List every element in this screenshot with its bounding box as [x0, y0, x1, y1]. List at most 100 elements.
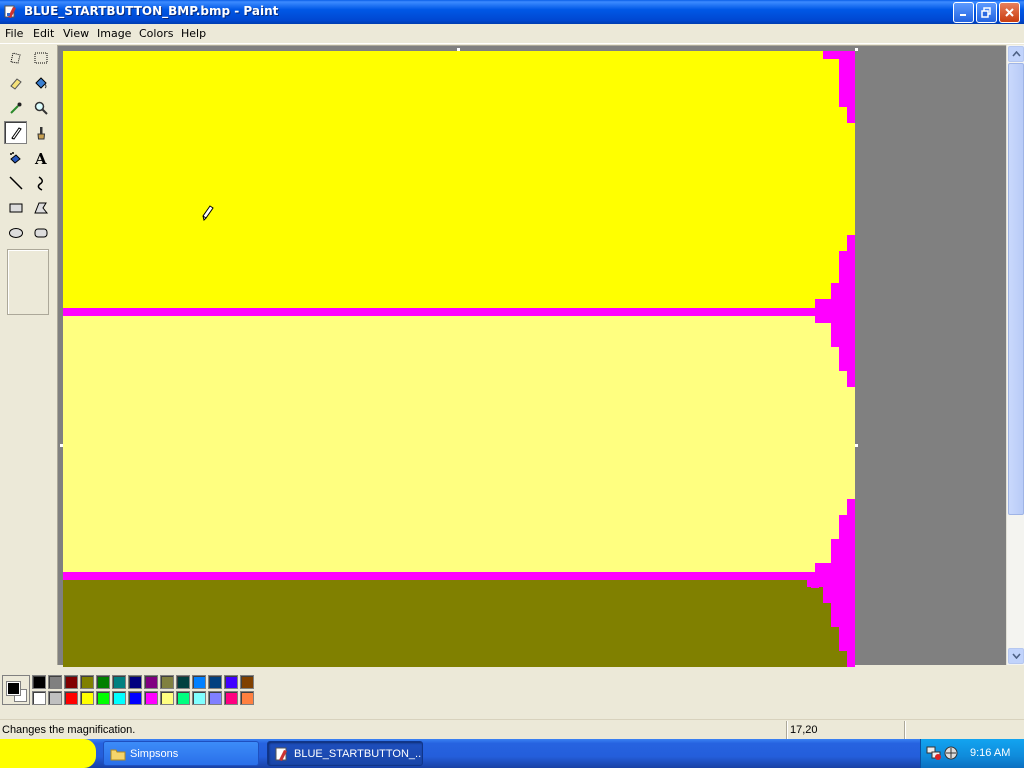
tool-options-box[interactable] — [7, 249, 49, 315]
title-bar[interactable]: BLUE_STARTBUTTON_BMP.bmp - Paint — [0, 0, 1024, 24]
pick-color-tool[interactable] — [4, 96, 27, 119]
magenta-edge — [807, 51, 855, 667]
palette-swatch[interactable] — [176, 675, 190, 689]
pencil-tool[interactable] — [4, 121, 27, 144]
menu-view[interactable]: View — [63, 27, 89, 40]
airbrush-tool[interactable] — [4, 146, 27, 169]
airbrush-icon — [9, 151, 21, 164]
resize-handle[interactable] — [457, 48, 460, 51]
scroll-up-button[interactable] — [1008, 46, 1024, 62]
fill-tool[interactable] — [29, 71, 52, 94]
text-icon: A — [34, 150, 47, 166]
eraser-tool[interactable] — [4, 71, 27, 94]
palette-swatch[interactable] — [160, 675, 174, 689]
free-form-select-icon — [9, 51, 21, 64]
vertical-scrollbar[interactable] — [1006, 45, 1024, 665]
palette-swatch[interactable] — [192, 675, 206, 689]
network-icon[interactable] — [926, 745, 942, 761]
text-tool[interactable]: A — [29, 146, 52, 169]
close-icon — [1005, 8, 1014, 17]
arrow-down-icon — [1011, 653, 1021, 659]
scroll-thumb[interactable] — [1008, 63, 1024, 515]
start-button[interactable] — [0, 739, 96, 768]
tool-box: A — [0, 45, 57, 665]
palette-swatch[interactable] — [32, 675, 46, 689]
taskbar-item-label: Simpsons — [130, 747, 179, 760]
curve-tool[interactable] — [29, 171, 52, 194]
ellipse-icon — [8, 227, 23, 238]
palette-swatch[interactable] — [48, 691, 62, 705]
palette-swatch[interactable] — [160, 691, 174, 705]
palette-swatch[interactable] — [240, 675, 254, 689]
palette-swatch[interactable] — [208, 675, 222, 689]
pencil-cursor-icon — [202, 205, 214, 221]
paint-app-icon — [4, 5, 16, 18]
status-bar: Changes the magnification. 17,20 — [0, 719, 1024, 739]
resize-handle[interactable] — [60, 444, 63, 447]
palette-swatch[interactable] — [96, 691, 110, 705]
foreground-color-swatch — [6, 681, 21, 696]
ellipse-tool[interactable] — [4, 221, 27, 244]
polygon-tool[interactable] — [29, 196, 52, 219]
minimize-icon — [960, 14, 966, 16]
palette-swatch[interactable] — [224, 675, 238, 689]
palette-swatch[interactable] — [64, 675, 78, 689]
rectangle-icon — [9, 203, 22, 212]
resize-handle[interactable] — [855, 444, 858, 447]
palette-swatch[interactable] — [144, 691, 158, 705]
palette-swatch[interactable] — [224, 691, 238, 705]
close-button[interactable] — [999, 2, 1020, 23]
menu-edit[interactable]: Edit — [33, 27, 54, 40]
palette-swatch[interactable] — [144, 675, 158, 689]
system-tray: 9:16 AM — [920, 739, 1024, 768]
palette-swatch[interactable] — [32, 691, 46, 705]
current-colors[interactable] — [2, 675, 30, 705]
minimize-button[interactable] — [953, 2, 974, 23]
taskbar: Simpsons BLUE_STARTBUTTON_... 9:16 AM — [0, 739, 1024, 768]
eraser-icon — [9, 77, 22, 90]
resize-handle[interactable] — [855, 48, 858, 51]
magnifier-tool[interactable] — [29, 96, 52, 119]
menu-colors[interactable]: Colors — [139, 27, 173, 40]
arrow-up-icon — [1011, 51, 1021, 57]
line-icon — [8, 175, 23, 190]
pencil-icon — [10, 126, 22, 140]
palette-swatch[interactable] — [80, 675, 94, 689]
paint-app-icon — [275, 747, 287, 761]
palette-swatch[interactable] — [96, 675, 110, 689]
brush-icon — [36, 126, 45, 139]
menu-image[interactable]: Image — [97, 27, 131, 40]
palette-swatch[interactable] — [176, 691, 190, 705]
palette-swatch[interactable] — [192, 691, 206, 705]
drawing-canvas[interactable] — [63, 51, 855, 667]
taskbar-item-simpsons[interactable]: Simpsons — [103, 741, 259, 766]
palette-swatch[interactable] — [240, 691, 254, 705]
line-tool[interactable] — [4, 171, 27, 194]
scroll-down-button[interactable] — [1008, 648, 1024, 664]
palette-swatch[interactable] — [48, 675, 62, 689]
palette-swatch[interactable] — [80, 691, 94, 705]
palette-swatch[interactable] — [64, 691, 78, 705]
menu-bar: File Edit View Image Colors Help — [0, 24, 1024, 44]
restore-button[interactable] — [976, 2, 997, 23]
select-tool[interactable] — [29, 46, 52, 69]
curve-icon — [37, 175, 43, 191]
canvas-area[interactable] — [57, 45, 1006, 667]
menu-help[interactable]: Help — [181, 27, 206, 40]
pick-color-icon — [9, 102, 21, 114]
taskbar-item-paint[interactable]: BLUE_STARTBUTTON_... — [267, 741, 423, 766]
palette-swatch[interactable] — [208, 691, 222, 705]
palette-swatch[interactable] — [128, 691, 142, 705]
security-icon[interactable] — [943, 745, 959, 761]
rectangle-tool[interactable] — [4, 196, 27, 219]
svg-text:A: A — [34, 150, 47, 166]
free-form-select-tool[interactable] — [4, 46, 27, 69]
rounded-rectangle-tool[interactable] — [29, 221, 52, 244]
window-title: BLUE_STARTBUTTON_BMP.bmp - Paint — [24, 4, 279, 18]
status-separator — [786, 721, 788, 739]
palette-swatch[interactable] — [112, 691, 126, 705]
brush-tool[interactable] — [29, 121, 52, 144]
menu-file[interactable]: File — [5, 27, 23, 40]
palette-swatch[interactable] — [128, 675, 142, 689]
palette-swatch[interactable] — [112, 675, 126, 689]
